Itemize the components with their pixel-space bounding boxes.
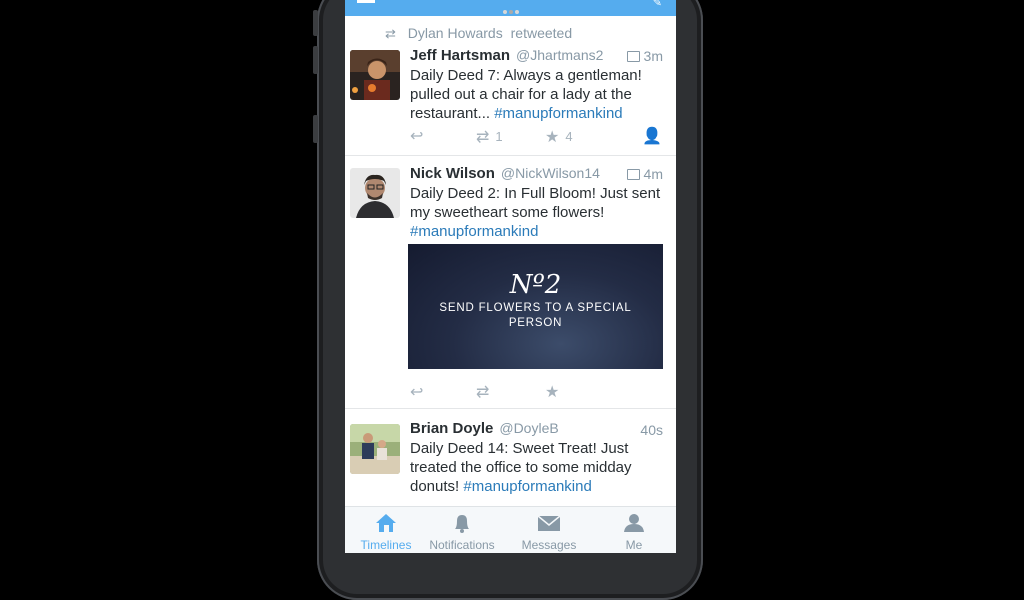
- reply-icon[interactable]: ↩: [410, 384, 423, 402]
- tweet-item[interactable]: Nick Wilson @NickWilson14 4m Daily Deed 2…: [345, 156, 676, 409]
- tab-timelines[interactable]: Timelines: [345, 507, 427, 553]
- tweet-header: Jeff Hartsman @Jhartmans2: [410, 47, 603, 64]
- phone-mute-switch: [313, 10, 318, 36]
- tweet-header: Nick Wilson @NickWilson14: [410, 165, 600, 182]
- author-handle[interactable]: @NickWilson14: [501, 165, 600, 181]
- favorite-button[interactable]: ★ 4: [545, 128, 573, 147]
- retweet-icon[interactable]: ⇄: [476, 384, 489, 402]
- author-name[interactable]: Brian Doyle: [410, 420, 493, 437]
- reply-icon[interactable]: ↩: [410, 128, 423, 146]
- tab-notifications[interactable]: Notifications: [421, 507, 503, 553]
- retweet-context: ⇄ Dylan Howards retweeted: [385, 25, 572, 42]
- tab-me[interactable]: Me: [593, 507, 675, 553]
- author-name[interactable]: Nick Wilson: [410, 165, 495, 182]
- card-icon: [626, 51, 640, 62]
- tab-messages[interactable]: Messages: [508, 507, 590, 553]
- author-name[interactable]: Jeff Hartsman: [410, 47, 510, 64]
- time-label: 40s: [640, 422, 663, 438]
- hashtag-link[interactable]: #manupformankind: [410, 223, 538, 240]
- home-icon: [376, 514, 396, 532]
- tweet-actions: ↩ ⇄ 1 ★ 4 👤: [410, 128, 668, 148]
- bottom-tab-bar: Timelines Notifications Messages Me: [345, 506, 676, 553]
- bell-icon: [455, 515, 469, 533]
- favorite-count: 4: [565, 129, 573, 144]
- page-dot-active: [508, 10, 513, 14]
- media-image[interactable]: Nº2 SEND FLOWERS TO A SPECIAL PERSON: [408, 244, 663, 369]
- tweet-time: 4m: [626, 166, 663, 182]
- tweet-time: 40s: [640, 422, 663, 438]
- envelope-icon: [537, 515, 561, 531]
- retweet-button[interactable]: ⇄ 1: [476, 128, 503, 147]
- tweet-text: Daily Deed 7: Always a gentleman! pulled…: [410, 66, 670, 123]
- hashtag-link[interactable]: #manupformankind: [494, 105, 622, 122]
- hashtag-link[interactable]: #manupformankind: [463, 478, 591, 495]
- card-icon: [626, 169, 640, 180]
- page-dot: [514, 10, 519, 14]
- tweet-time: 3m: [626, 48, 663, 64]
- media-caption: SEND FLOWERS TO A SPECIAL PERSON: [439, 302, 632, 329]
- time-label: 3m: [643, 48, 663, 64]
- page-dot: [502, 10, 507, 14]
- phone-volume-down: [313, 115, 318, 143]
- tweet-text: Daily Deed 14: Sweet Treat! Just treated…: [410, 439, 670, 496]
- retweet-count: 1: [495, 129, 503, 144]
- avatar[interactable]: [350, 168, 400, 218]
- author-handle[interactable]: @Jhartmans2: [516, 47, 603, 63]
- tab-label: Me: [625, 538, 643, 552]
- avatar[interactable]: [350, 424, 400, 474]
- tweet-item[interactable]: ⇄ Dylan Howards retweeted Jeff Hartsman @…: [345, 16, 676, 156]
- tweet-actions: ↩ ⇄ ★: [410, 384, 668, 404]
- tweet-text: Daily Deed 2: In Full Bloom! Just sent m…: [410, 184, 670, 241]
- person-icon: [624, 514, 644, 532]
- tab-label: Messages: [521, 538, 577, 552]
- retweeter-name[interactable]: Dylan Howards: [408, 25, 503, 41]
- author-handle[interactable]: @DoyleB: [499, 420, 558, 436]
- tweet-item[interactable]: Brian Doyle @DoyleB 40s Daily Deed 14: Sw…: [345, 409, 676, 506]
- favorite-icon[interactable]: ★: [545, 384, 559, 402]
- media-number: Nº2: [509, 270, 562, 300]
- follow-icon[interactable]: 👤: [642, 128, 662, 146]
- phone-volume-up: [313, 46, 318, 74]
- tab-label: Notifications: [429, 538, 495, 552]
- retweet-icon: ⇄: [385, 26, 396, 41]
- time-label: 4m: [643, 166, 663, 182]
- app-screen: ✎ ⇄ Dylan Howards retweeted Jeff Hartsma…: [345, 0, 676, 553]
- tweet-header: Brian Doyle @DoyleB: [410, 420, 559, 437]
- tab-label: Timelines: [360, 538, 412, 552]
- avatar[interactable]: [350, 50, 400, 100]
- tweet-body: Daily Deed 2: In Full Bloom! Just sent m…: [410, 185, 661, 221]
- retweet-action: retweeted: [510, 25, 573, 41]
